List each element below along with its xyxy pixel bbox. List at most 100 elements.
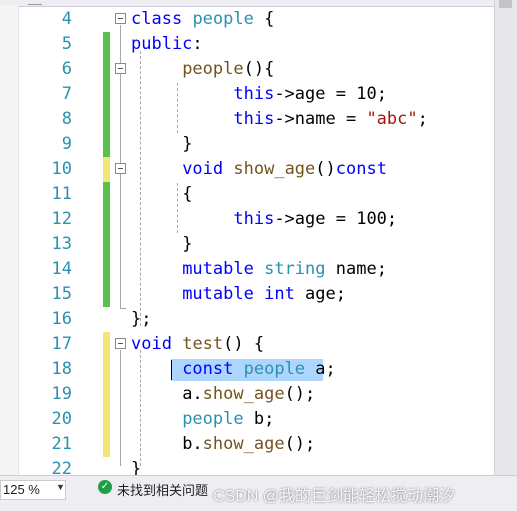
unsaved-change-marker xyxy=(103,382,110,407)
code-line[interactable]: 15 mutable int age; xyxy=(19,282,495,307)
code-line[interactable]: 9 } xyxy=(19,132,495,157)
punctuation: ; xyxy=(376,84,387,104)
function-name: show_age xyxy=(233,159,316,179)
code-line[interactable]: 18 const people a; xyxy=(19,357,495,382)
line-number: 6 xyxy=(61,59,72,79)
line-number: 5 xyxy=(61,34,72,54)
punctuation: : xyxy=(192,34,203,54)
punctuation: }; xyxy=(131,309,152,329)
punctuation: { xyxy=(253,9,275,29)
line-number: 11 xyxy=(51,184,72,204)
punctuation: (); xyxy=(284,384,316,404)
code-line[interactable]: 13 } xyxy=(19,232,495,257)
collapse-icon[interactable] xyxy=(115,338,126,349)
type-name: people xyxy=(182,409,244,429)
check-circle-icon[interactable]: ✓ xyxy=(98,480,112,494)
punctuation: (); xyxy=(284,434,316,454)
code-text: mutable string name; xyxy=(131,257,387,282)
saved-change-marker xyxy=(103,57,110,82)
saved-change-marker xyxy=(103,182,110,207)
line-number: 14 xyxy=(51,259,72,279)
keyword: public xyxy=(131,34,193,54)
code-fragment: name; xyxy=(325,259,387,279)
saved-change-marker xyxy=(103,232,110,257)
keyword: mutable xyxy=(182,284,254,304)
code-fragment: b; xyxy=(243,409,275,429)
punctuation: ; xyxy=(417,109,428,129)
function-name: show_age xyxy=(202,384,285,404)
scrollbar-thumb[interactable] xyxy=(499,0,512,8)
unsaved-change-marker xyxy=(103,157,110,182)
chevron-down-icon[interactable]: ▼ xyxy=(56,482,65,492)
vertical-scrollbar[interactable] xyxy=(494,0,517,475)
code-line[interactable]: 7 this->age = 10; xyxy=(19,82,495,107)
code-fragment: ->age = xyxy=(274,84,357,104)
code-line[interactable]: 5 public: xyxy=(19,32,495,57)
punctuation: } xyxy=(131,459,142,475)
code-line[interactable]: 4 class people { xyxy=(19,7,495,32)
indicator-margin xyxy=(0,6,19,475)
keyword: const xyxy=(182,359,234,379)
line-number: 21 xyxy=(51,434,72,454)
code-line[interactable]: 12 this->age = 100; xyxy=(19,207,495,232)
code-line[interactable]: 20 people b; xyxy=(19,407,495,432)
line-number: 18 xyxy=(51,359,72,379)
saved-change-marker xyxy=(103,207,110,232)
string-literal: "abc" xyxy=(366,109,418,129)
code-line[interactable]: 16 }; xyxy=(19,307,495,332)
function-name: test xyxy=(182,334,224,354)
line-number: 16 xyxy=(51,309,72,329)
tab-fragment xyxy=(28,0,42,5)
code-line[interactable]: 21 b.show_age(); xyxy=(19,432,495,457)
keyword: this xyxy=(233,84,275,104)
punctuation: () xyxy=(315,159,336,179)
keyword: void xyxy=(182,159,224,179)
function-name: show_age xyxy=(202,434,285,454)
punctuation: } xyxy=(182,234,193,254)
text-caret xyxy=(171,360,172,380)
punctuation: () { xyxy=(223,334,265,354)
line-number: 22 xyxy=(51,459,72,475)
code-text: mutable int age; xyxy=(131,282,346,307)
function-name: people xyxy=(182,59,244,79)
unsaved-change-marker xyxy=(103,432,110,457)
code-line[interactable]: 14 mutable string name; xyxy=(19,257,495,282)
code-fragment: ->age = xyxy=(274,209,357,229)
type-name: string xyxy=(264,259,326,279)
collapse-icon[interactable] xyxy=(115,13,126,24)
saved-change-marker xyxy=(103,257,110,282)
code-line[interactable]: 19 a.show_age(); xyxy=(19,382,495,407)
saved-change-marker xyxy=(103,107,110,132)
code-editor[interactable]: 4 class people { 5 public: 6 people(){ 7… xyxy=(19,6,495,475)
code-line[interactable]: 11 { xyxy=(19,182,495,207)
line-number: 17 xyxy=(51,334,72,354)
saved-change-marker xyxy=(103,32,110,57)
number-literal: 10 xyxy=(356,84,377,104)
line-number: 13 xyxy=(51,234,72,254)
issues-status-text[interactable]: 未找到相关问题 xyxy=(117,480,208,499)
zoom-dropdown[interactable]: 125 % ▼ xyxy=(0,480,66,500)
code-line[interactable]: 6 people(){ xyxy=(19,57,495,82)
keyword: this xyxy=(233,109,275,129)
code-text: void show_age()const xyxy=(131,157,387,182)
keyword: mutable xyxy=(182,259,254,279)
code-line[interactable]: 8 this->name = "abc"; xyxy=(19,107,495,132)
type-name: people xyxy=(192,9,254,29)
punctuation: { xyxy=(182,184,193,204)
line-number: 10 xyxy=(51,159,72,179)
collapse-icon[interactable] xyxy=(115,63,126,74)
code-text: } xyxy=(131,232,192,257)
code-fragment: a. xyxy=(182,384,203,404)
code-text: public: xyxy=(131,32,203,57)
punctuation: (){ xyxy=(243,59,275,79)
code-text: }; xyxy=(131,307,151,332)
code-text: } xyxy=(131,132,192,157)
code-text: people(){ xyxy=(131,57,274,82)
code-text: this->age = 10; xyxy=(131,82,387,107)
code-line[interactable]: 10 void show_age()const xyxy=(19,157,495,182)
code-line[interactable]: 22 } xyxy=(19,457,495,475)
collapse-icon[interactable] xyxy=(115,163,126,174)
editor-status-bar: 125 % ▼ ✓ 未找到相关问题 CSDN @我的巨剑能轻松搅动潮汐 xyxy=(0,475,517,511)
line-number: 4 xyxy=(61,9,72,29)
code-line[interactable]: 17 void test() { xyxy=(19,332,495,357)
